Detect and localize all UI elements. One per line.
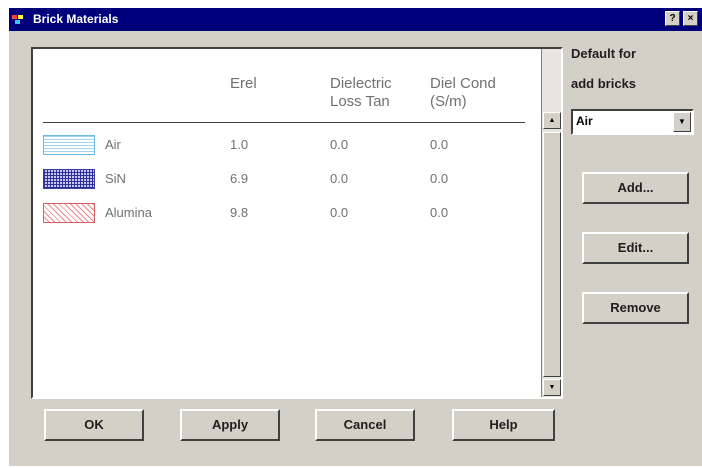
- edit-button[interactable]: Edit...: [582, 232, 689, 264]
- help-title-button[interactable]: ?: [665, 11, 680, 26]
- materials-list[interactable]: Erel Dielectric Loss Tan Diel Cond (S/m)…: [31, 47, 563, 399]
- erel-value: 6.9: [230, 171, 249, 186]
- cond-value: 0.0: [430, 205, 449, 220]
- air-swatch: [43, 135, 95, 155]
- sin-swatch: [43, 169, 95, 189]
- cond-value: 0.0: [430, 171, 449, 186]
- default-label-line2: add bricks: [571, 76, 637, 91]
- help-button[interactable]: Help: [452, 409, 555, 441]
- header-erel: Erel: [230, 75, 257, 92]
- app-icon: [12, 15, 23, 24]
- brick-materials-dialog: Brick Materials ? × Erel Dielectric Loss…: [9, 8, 702, 466]
- material-name: SiN: [105, 171, 126, 186]
- close-button[interactable]: ×: [683, 11, 698, 26]
- alumina-swatch: [43, 203, 95, 223]
- window-title: Brick Materials: [33, 12, 119, 26]
- default-material-value: Air: [576, 114, 593, 128]
- add-button[interactable]: Add...: [582, 172, 689, 204]
- vertical-scrollbar[interactable]: ▲ ▼: [541, 49, 561, 397]
- material-name: Alumina: [105, 205, 152, 220]
- header-loss-line1: Dielectric: [330, 75, 392, 92]
- scroll-thumb[interactable]: [543, 132, 561, 377]
- default-label-line1: Default for: [571, 46, 636, 61]
- erel-value: 9.8: [230, 205, 249, 220]
- loss-value: 0.0: [330, 205, 349, 220]
- header-cond-line2: (S/m): [430, 93, 467, 110]
- default-material-select[interactable]: Air ▼: [571, 109, 694, 135]
- apply-button[interactable]: Apply: [180, 409, 280, 441]
- remove-button[interactable]: Remove: [582, 292, 689, 324]
- erel-value: 1.0: [230, 137, 249, 152]
- header-cond-line1: Diel Cond: [430, 75, 496, 92]
- scroll-up-button[interactable]: ▲: [543, 112, 561, 129]
- cond-value: 0.0: [430, 137, 449, 152]
- title-bar[interactable]: Brick Materials ? ×: [9, 8, 702, 31]
- scroll-down-button[interactable]: ▼: [543, 379, 561, 396]
- material-name: Air: [105, 137, 121, 152]
- loss-value: 0.0: [330, 171, 349, 186]
- ok-button[interactable]: OK: [44, 409, 144, 441]
- dropdown-arrow-icon[interactable]: ▼: [673, 112, 691, 132]
- cancel-button[interactable]: Cancel: [315, 409, 415, 441]
- header-loss-line2: Loss Tan: [330, 93, 390, 110]
- header-divider: [43, 122, 525, 123]
- loss-value: 0.0: [330, 137, 349, 152]
